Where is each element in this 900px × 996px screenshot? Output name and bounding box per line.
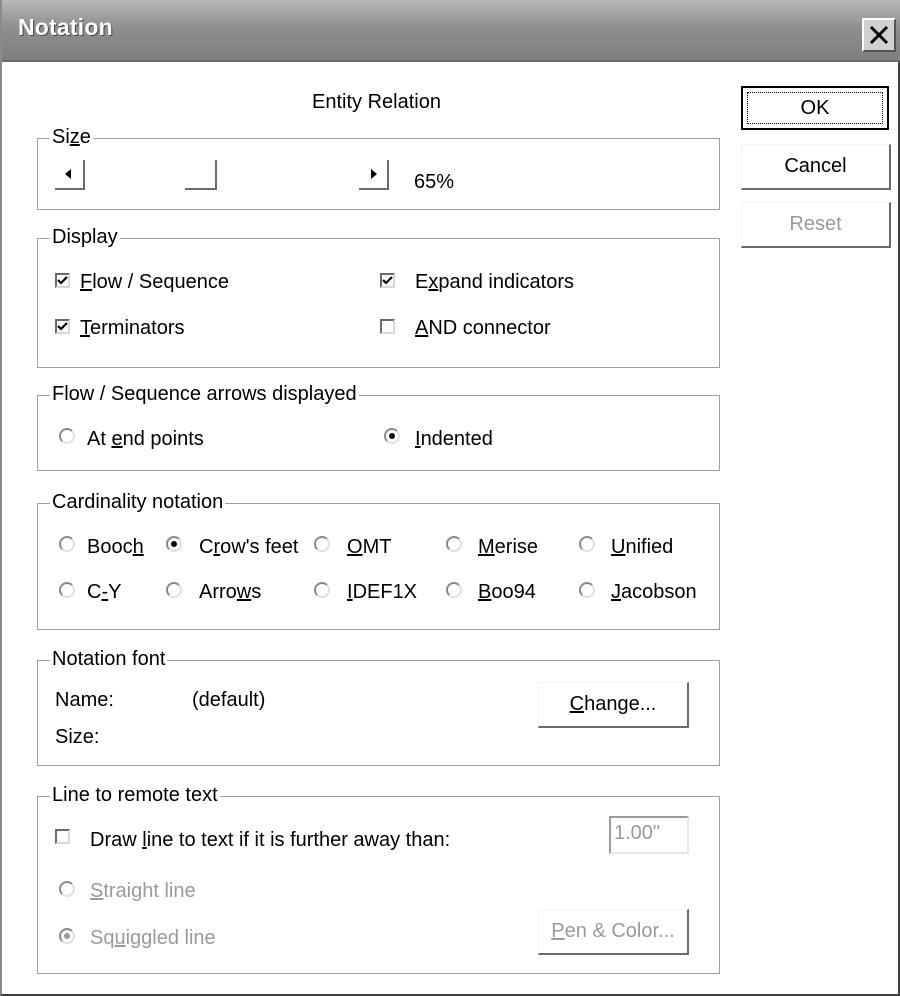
omt-label: OMT: [347, 536, 392, 558]
pen-color-button[interactable]: Pen & Color...: [538, 909, 689, 955]
size-increase-button[interactable]: [359, 160, 389, 190]
idef1x-radio[interactable]: [314, 582, 330, 598]
terminators-label: Terminators: [80, 317, 185, 339]
font-name-value: (default): [192, 689, 266, 711]
arrows-radio[interactable]: [166, 582, 182, 598]
merise-label: Merise: [478, 536, 539, 558]
arrow-right-icon: [359, 169, 387, 192]
merise-radio[interactable]: [446, 536, 462, 552]
expand-indicators-checkbox[interactable]: [380, 273, 395, 288]
reset-button[interactable]: Reset: [741, 202, 891, 248]
jacobson-radio[interactable]: [579, 582, 595, 598]
draw-line-label: Draw line to text if it is further away …: [90, 829, 451, 851]
booch-radio[interactable]: [59, 536, 75, 552]
size-decrease-button[interactable]: [55, 160, 85, 190]
flow-sequence-label: Flow / Sequence: [80, 271, 229, 293]
arrows-label: Arrows: [199, 581, 262, 603]
crows-feet-label: Crow's feet: [199, 536, 299, 558]
cardinality-legend: Cardinality notation: [50, 491, 226, 513]
font-name-label: Name:: [55, 689, 114, 711]
c-y-radio[interactable]: [59, 582, 75, 598]
distance-input[interactable]: 1.00": [609, 816, 689, 854]
font-size-label: Size:: [55, 726, 100, 748]
expand-indicators-label: Expand indicators: [415, 271, 574, 293]
idef1x-label: IDEF1X: [347, 581, 418, 603]
close-button[interactable]: [862, 18, 896, 52]
c-y-label: C-Y: [87, 581, 122, 603]
at-end-points-label: At end points: [87, 428, 204, 450]
reset-label: Reset: [789, 213, 842, 235]
cardinality-group: Cardinality notation: [37, 491, 720, 630]
omt-radio[interactable]: [314, 536, 330, 552]
size-legend: Size: [50, 126, 93, 148]
notation-font-legend: Notation font: [50, 648, 168, 670]
notation-dialog: Notation Entity Relation OK Cancel Reset…: [0, 0, 900, 996]
window-title: Notation: [18, 14, 113, 40]
arrow-left-icon: [55, 169, 83, 192]
remote-text-legend: Line to remote text: [50, 784, 220, 806]
at-end-points-radio[interactable]: [59, 428, 75, 444]
and-connector-label: AND connector: [415, 317, 551, 339]
boo94-label: Boo94: [478, 581, 536, 603]
flow-sequence-checkbox[interactable]: [55, 273, 70, 288]
jacobson-label: Jacobson: [611, 581, 697, 603]
booch-label: Booch: [87, 536, 144, 558]
display-group: Display: [37, 226, 720, 368]
squiggled-line-label: Squiggled line: [90, 927, 216, 949]
title-bar: Notation: [2, 0, 900, 62]
size-slider-thumb[interactable]: [185, 160, 217, 190]
squiggled-line-radio[interactable]: [59, 928, 75, 944]
size-value: 65%: [414, 171, 455, 193]
pen-color-label: Pen & Color...: [551, 920, 675, 942]
ok-button[interactable]: OK: [741, 86, 889, 130]
cancel-button[interactable]: Cancel: [741, 144, 891, 190]
and-connector-checkbox[interactable]: [380, 319, 395, 334]
cancel-label: Cancel: [784, 155, 847, 177]
boo94-radio[interactable]: [446, 582, 462, 598]
crows-feet-radio[interactable]: [166, 536, 182, 552]
dialog-subtitle: Entity Relation: [312, 91, 441, 113]
straight-line-label: Straight line: [90, 880, 196, 902]
change-font-label: Change...: [569, 693, 657, 715]
arrows-legend: Flow / Sequence arrows displayed: [50, 383, 359, 405]
terminators-checkbox[interactable]: [55, 319, 70, 334]
straight-line-radio[interactable]: [59, 881, 75, 897]
close-icon: [867, 23, 891, 47]
unified-radio[interactable]: [579, 536, 595, 552]
indented-radio[interactable]: [384, 428, 400, 444]
change-font-button[interactable]: Change...: [538, 682, 689, 728]
unified-label: Unified: [611, 536, 674, 558]
draw-line-checkbox[interactable]: [55, 829, 70, 844]
indented-label: Indented: [415, 428, 493, 450]
display-legend: Display: [50, 226, 120, 248]
